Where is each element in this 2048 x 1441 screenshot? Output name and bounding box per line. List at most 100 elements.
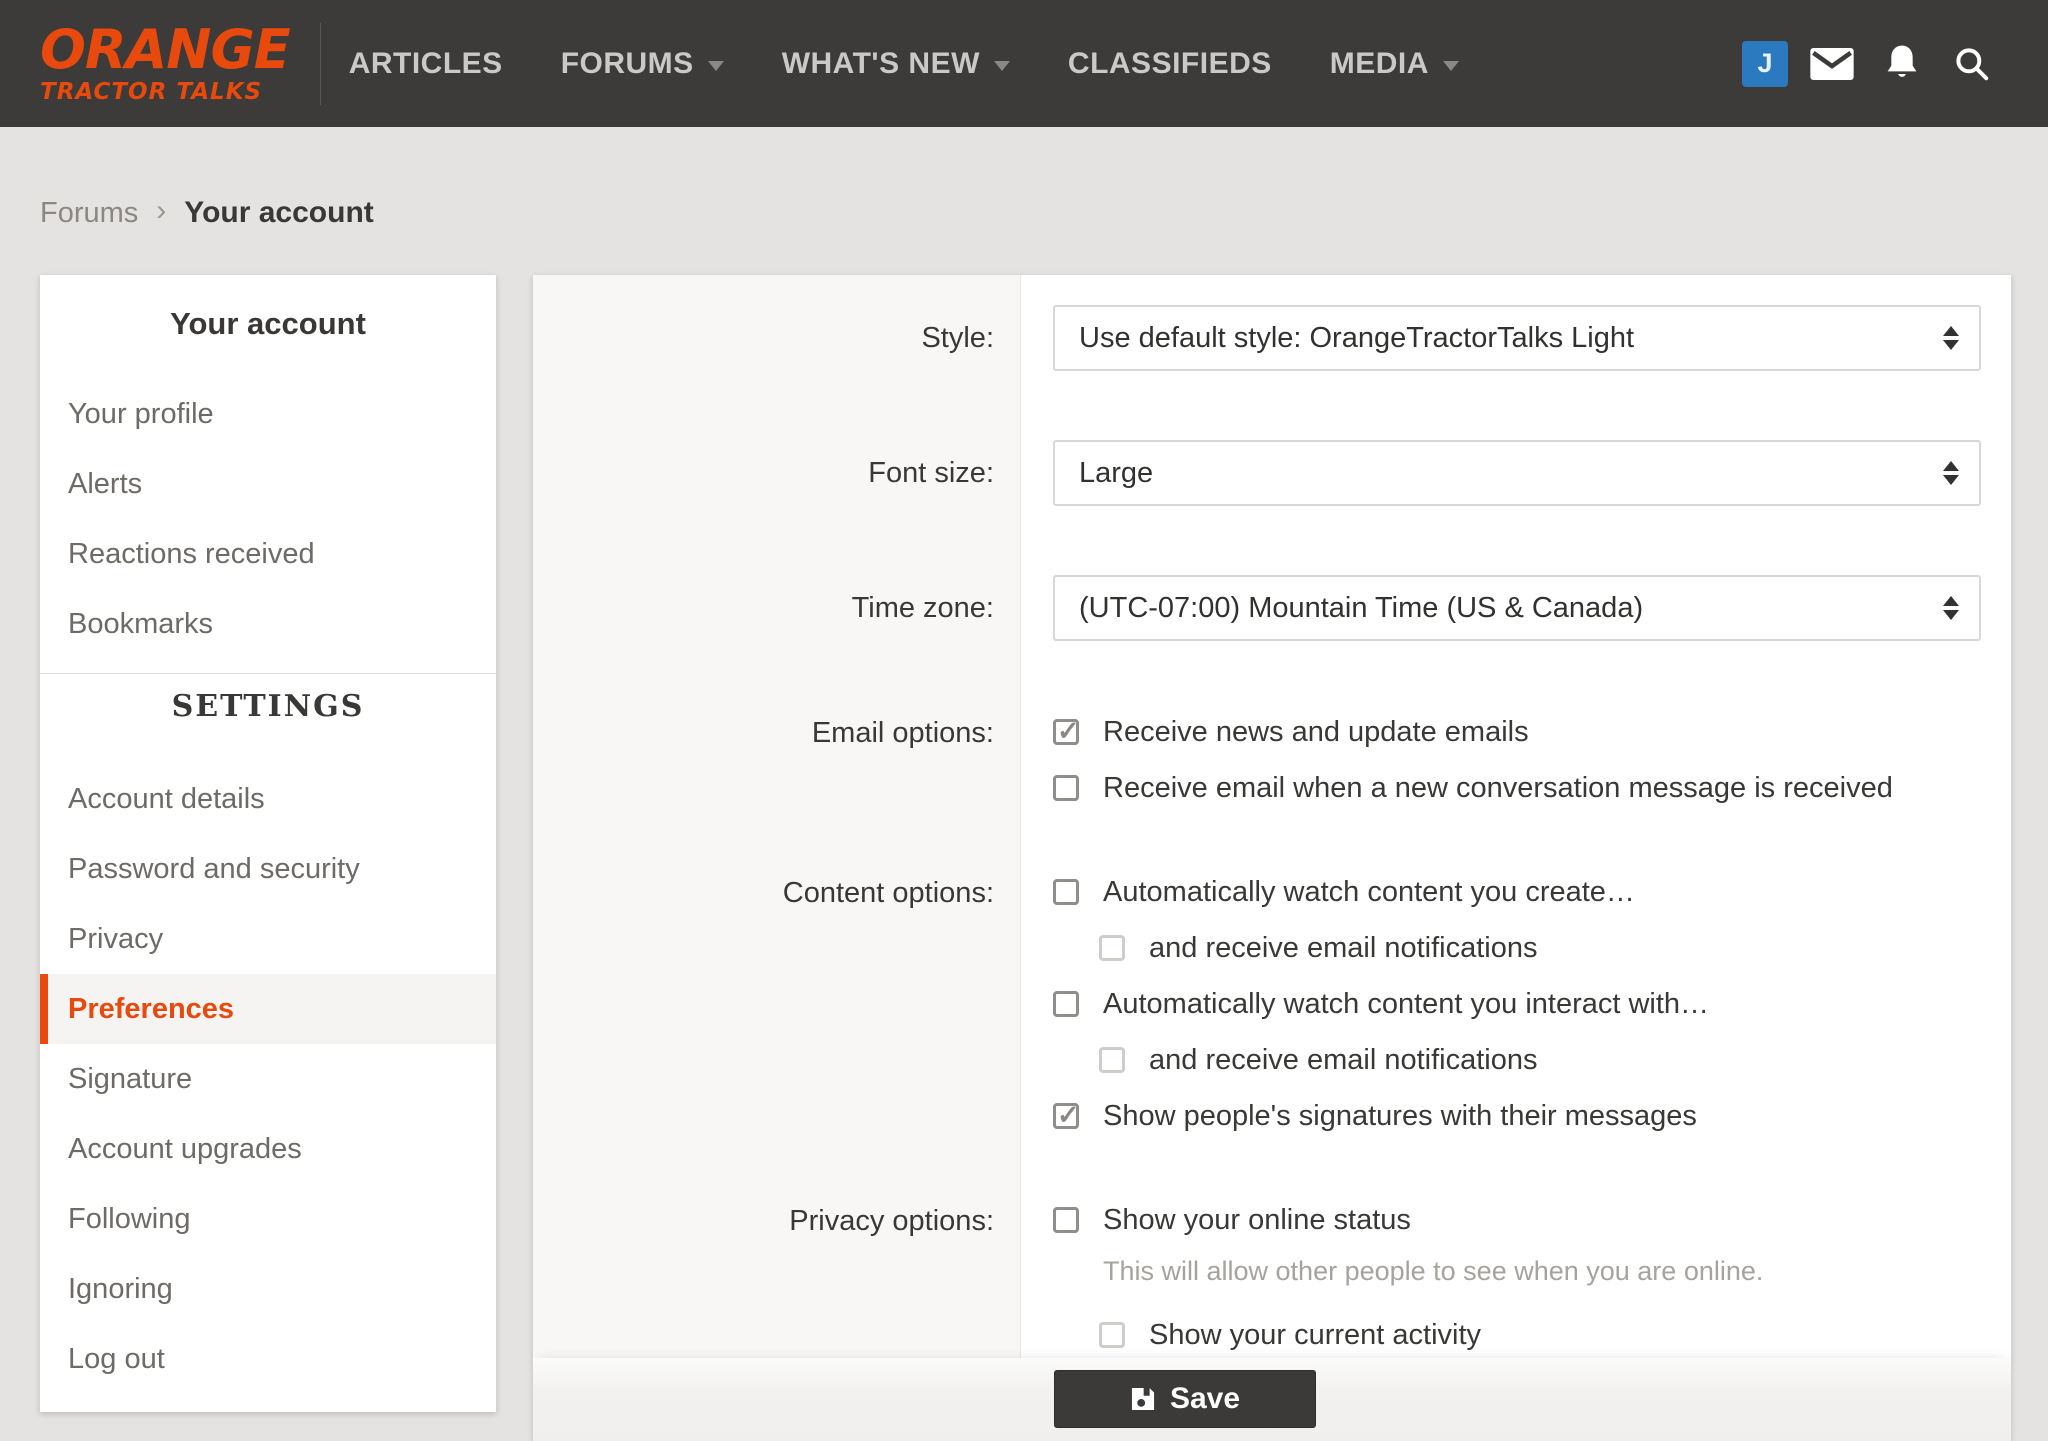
- sidebar-item-following[interactable]: Following: [40, 1184, 496, 1254]
- logo-text-secondary: TRACTOR TALKS: [40, 79, 263, 105]
- nav-classifieds[interactable]: CLASSIFIEDS: [1068, 47, 1272, 81]
- checkbox-row-receive-conversation-email[interactable]: Receive email when a new conversation me…: [1053, 766, 1981, 810]
- sidebar-item-password-and-security[interactable]: Password and security: [40, 834, 496, 904]
- save-bar: Save: [533, 1358, 2011, 1441]
- font-size-label: Font size:: [868, 456, 994, 489]
- sidebar-item-account-details[interactable]: Account details: [40, 764, 496, 834]
- checkbox-label: and receive email notifications: [1149, 931, 1538, 964]
- account-sidebar: Your account Your profile Alerts Reactio…: [40, 275, 496, 1412]
- email-options-group: Email options: Receive news and update e…: [533, 710, 2011, 822]
- checkbox[interactable]: [1053, 1100, 1080, 1131]
- font-size-select-value: Large: [1079, 456, 1154, 489]
- sidebar-item-log-out[interactable]: Log out: [40, 1324, 496, 1394]
- sidebar-item-preferences[interactable]: Preferences: [40, 974, 496, 1044]
- sidebar-item-your-profile[interactable]: Your profile: [40, 379, 496, 449]
- checkbox[interactable]: [1053, 716, 1080, 747]
- logo-text-primary: ORANGE: [40, 18, 291, 81]
- checkbox-label: Receive email when a new conversation me…: [1103, 771, 1893, 804]
- nav-forums[interactable]: FORUMS: [561, 47, 724, 81]
- divider: [40, 673, 496, 674]
- checkbox[interactable]: [1099, 1322, 1125, 1349]
- sidebar-item-reactions-received[interactable]: Reactions received: [40, 519, 496, 589]
- chevron-down-icon: [1442, 60, 1459, 71]
- checkbox[interactable]: [1053, 1207, 1079, 1233]
- page: ORANGE TRACTOR TALKS ARTICLES FORUMS WHA…: [0, 0, 2048, 1441]
- checkbox[interactable]: [1053, 991, 1079, 1017]
- nav-forums-label: FORUMS: [560, 46, 694, 80]
- bell-icon[interactable]: [1876, 38, 1928, 90]
- nav-media-label: MEDIA: [1329, 46, 1429, 80]
- sidebar-item-privacy[interactable]: Privacy: [40, 904, 496, 974]
- nav-whats-new-label: WHAT'S NEW: [781, 46, 980, 80]
- online-status-hint: This will allow other people to see when…: [1103, 1256, 1764, 1286]
- sidebar-item-alerts[interactable]: Alerts: [40, 449, 496, 519]
- chevron-down-icon: [707, 60, 724, 71]
- content-options-group: Content options: Automatically watch con…: [533, 870, 2011, 1150]
- checkbox-row-watch-interact-email[interactable]: and receive email notifications: [1099, 1038, 1981, 1082]
- email-options-label: Email options:: [811, 717, 994, 749]
- save-button-label: Save: [1169, 1382, 1241, 1415]
- checkbox[interactable]: [1099, 935, 1125, 961]
- checkbox[interactable]: [1053, 879, 1079, 905]
- style-label: Style:: [921, 321, 994, 354]
- sidebar-item-signature[interactable]: Signature: [40, 1044, 496, 1114]
- checkbox-row-show-signatures[interactable]: Show people's signatures with their mess…: [1053, 1094, 1981, 1138]
- header-divider: [319, 22, 321, 105]
- header-actions: J: [1742, 38, 1998, 90]
- preferences-form: Style: Use default style: OrangeTractorT…: [533, 275, 2011, 1428]
- search-icon[interactable]: [1946, 38, 1998, 90]
- preferences-panel: Style: Use default style: OrangeTractorT…: [533, 275, 2011, 1441]
- checkbox[interactable]: [1053, 775, 1079, 801]
- select-arrows-icon: [1943, 326, 1959, 350]
- time-zone-row: Time zone: (UTC-07:00) Mountain Time (US…: [533, 575, 2011, 641]
- sidebar-item-account-upgrades[interactable]: Account upgrades: [40, 1114, 496, 1184]
- save-icon: [1131, 1387, 1155, 1411]
- style-select-value: Use default style: OrangeTractorTalks Li…: [1079, 321, 1635, 354]
- checkbox-row-current-activity[interactable]: Show your current activity: [1099, 1313, 1981, 1357]
- nav-articles-label: ARTICLES: [348, 46, 503, 80]
- save-button[interactable]: Save: [1054, 1370, 1316, 1428]
- time-zone-label: Time zone:: [851, 591, 994, 624]
- time-zone-select-value: (UTC-07:00) Mountain Time (US & Canada): [1079, 591, 1644, 624]
- style-row: Style: Use default style: OrangeTractorT…: [533, 305, 2011, 371]
- site-header: ORANGE TRACTOR TALKS ARTICLES FORUMS WHA…: [0, 0, 2048, 127]
- time-zone-select[interactable]: (UTC-07:00) Mountain Time (US & Canada): [1053, 575, 1981, 641]
- sidebar-title: Your account: [170, 306, 366, 341]
- content-options-label: Content options:: [782, 877, 994, 909]
- checkbox-row-watch-create-email[interactable]: and receive email notifications: [1099, 926, 1981, 970]
- breadcrumb: Forums › Your account: [40, 196, 374, 230]
- nav-articles[interactable]: ARTICLES: [349, 47, 503, 81]
- checkbox-label: and receive email notifications: [1149, 1043, 1538, 1076]
- font-size-select[interactable]: Large: [1053, 440, 1981, 506]
- mail-icon[interactable]: [1806, 38, 1858, 90]
- checkbox-row-receive-news[interactable]: Receive news and update emails: [1053, 710, 1981, 754]
- site-logo[interactable]: ORANGE TRACTOR TALKS: [40, 18, 291, 105]
- checkbox[interactable]: [1099, 1047, 1125, 1073]
- content-area: Your account Your profile Alerts Reactio…: [40, 275, 2011, 1441]
- checkbox-row-watch-interact[interactable]: Automatically watch content you interact…: [1053, 982, 1981, 1026]
- nav-classifieds-label: CLASSIFIEDS: [1067, 46, 1272, 80]
- checkbox-row-online-status[interactable]: Show your online status: [1053, 1198, 1981, 1242]
- chevron-right-icon: ›: [156, 194, 167, 227]
- select-arrows-icon: [1943, 461, 1959, 485]
- font-size-row: Font size: Large: [533, 440, 2011, 506]
- checkbox-label: Show your online status: [1103, 1203, 1411, 1236]
- nav-whats-new[interactable]: WHAT'S NEW: [782, 47, 1010, 81]
- checkbox-label: Automatically watch content you create…: [1103, 875, 1635, 908]
- breadcrumb-forums[interactable]: Forums: [40, 197, 138, 230]
- checkbox-label: Show people's signatures with their mess…: [1103, 1099, 1697, 1132]
- style-select[interactable]: Use default style: OrangeTractorTalks Li…: [1053, 305, 1981, 371]
- checkbox-label: Automatically watch content you interact…: [1103, 987, 1710, 1020]
- sidebar-settings-heading: SETTINGS: [171, 689, 365, 724]
- select-arrows-icon: [1943, 596, 1959, 620]
- primary-nav: ARTICLES FORUMS WHAT'S NEW CLASSIFIEDS M…: [349, 47, 1459, 81]
- checkbox-label: Receive news and update emails: [1103, 715, 1529, 748]
- breadcrumb-current: Your account: [184, 196, 374, 229]
- avatar[interactable]: J: [1742, 40, 1788, 87]
- sidebar-item-ignoring[interactable]: Ignoring: [40, 1254, 496, 1324]
- checkbox-row-watch-create[interactable]: Automatically watch content you create…: [1053, 870, 1981, 914]
- nav-media[interactable]: MEDIA: [1330, 47, 1459, 81]
- chevron-down-icon: [993, 60, 1010, 71]
- sidebar-item-bookmarks[interactable]: Bookmarks: [40, 589, 496, 659]
- privacy-options-label: Privacy options:: [789, 1205, 994, 1237]
